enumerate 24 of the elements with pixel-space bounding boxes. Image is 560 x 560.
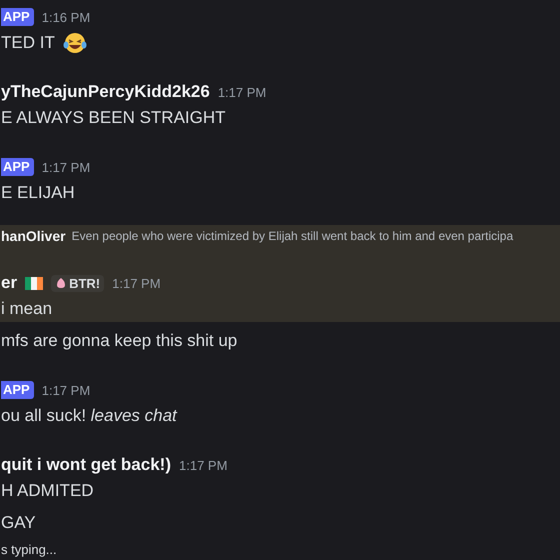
timestamp: 1:16 PM — [42, 10, 90, 24]
app-badge: APP — [1, 158, 34, 176]
message-text: i mean — [1, 299, 52, 319]
timestamp: 1:17 PM — [112, 276, 161, 290]
app-badge: APP — [1, 381, 34, 399]
username[interactable]: yTheCajunPercyKidd2k26 — [1, 82, 210, 102]
message-text: E ALWAYS BEEN STRAIGHT — [1, 108, 226, 128]
timestamp: 1:17 PM — [218, 84, 266, 100]
username[interactable]: er — [1, 273, 18, 293]
username[interactable]: quit i wont get back!) — [1, 455, 171, 475]
message-text: E ELIJAH — [1, 183, 75, 203]
message-text: GAY — [1, 513, 36, 533]
message-text: mfs are gonna keep this shit up — [1, 331, 238, 351]
timestamp: 1:17 PM — [42, 382, 90, 398]
reply-username[interactable]: hanOliver — [1, 228, 66, 244]
app-badge: APP — [1, 8, 34, 26]
timestamp: 1:17 PM — [179, 458, 228, 472]
timestamp: 1:17 PM — [42, 160, 90, 174]
message-text: H ADMITED — [1, 481, 94, 501]
message-text: ou all suck! leaves chat — [1, 406, 177, 426]
reply-preview[interactable]: Even people who were victimized by Elijah still went back to him and even participa — [72, 229, 514, 243]
message-text: TED IT — [1, 33, 55, 53]
typing-indicator: s typing... — [1, 542, 57, 556]
server-tag: BTR! — [51, 274, 104, 292]
